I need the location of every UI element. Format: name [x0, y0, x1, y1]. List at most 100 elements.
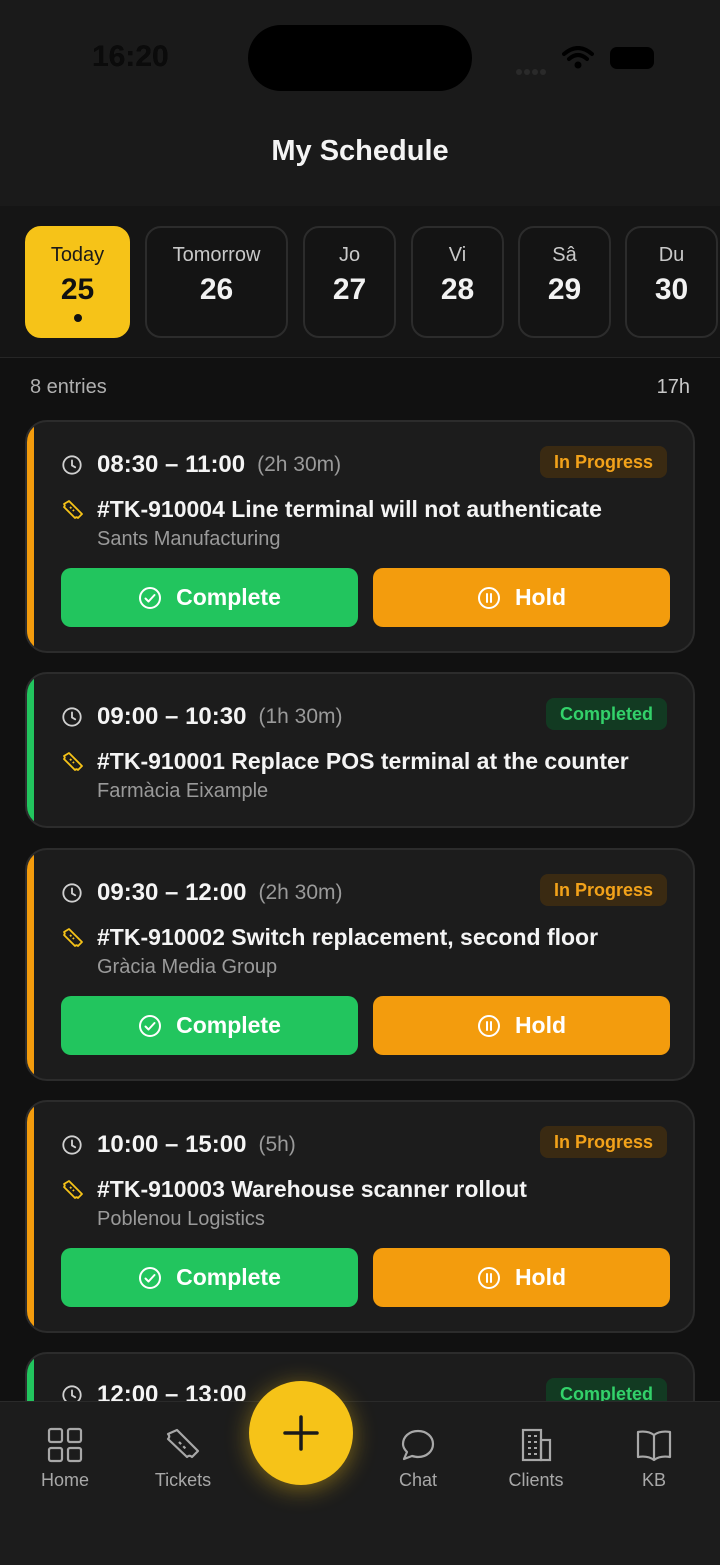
status-stripe: [27, 422, 34, 651]
ticket-icon: [166, 1428, 200, 1459]
status-badge: In Progress: [539, 874, 667, 906]
clock-icon: [62, 707, 82, 727]
status-badge: Completed: [545, 698, 667, 730]
day-name: Vi: [448, 244, 467, 266]
status-stripe: [27, 674, 34, 826]
hold-button[interactable]: Hold: [373, 568, 670, 627]
schedule-entry[interactable]: 10:00 – 15:00 (5h) In Progress #TK-91000…: [25, 1100, 695, 1333]
tab-label: Tickets: [154, 1470, 212, 1490]
chat-bubble-icon: [401, 1429, 435, 1461]
header: My Schedule: [0, 110, 720, 206]
tab-label: Home: [40, 1470, 89, 1490]
client-name: Farmàcia Eixample: [97, 780, 269, 802]
hold-button[interactable]: Hold: [373, 1248, 670, 1307]
complete-button[interactable]: Complete: [61, 1248, 358, 1307]
complete-button[interactable]: Complete: [61, 996, 358, 1055]
battery-icon: [610, 47, 654, 69]
entry-time: 09:00 – 10:30: [97, 703, 247, 730]
status-stripe: [27, 1102, 34, 1331]
total-hours: 17h: [656, 376, 690, 398]
check-circle-icon: [139, 1266, 162, 1289]
day-number: 26: [199, 273, 234, 306]
day-name: Jo: [338, 244, 361, 266]
complete-label: Complete: [176, 1264, 281, 1290]
tab-bar: Home Tickets Chat Clients KB: [0, 1401, 720, 1565]
complete-label: Complete: [176, 584, 281, 610]
status-time: 16:20: [92, 40, 169, 73]
schedule-entry[interactable]: 09:30 – 12:00 (2h 30m) In Progress #TK-9…: [25, 848, 695, 1081]
entries-count: 8 entries: [30, 376, 107, 398]
tab-label: Clients: [508, 1470, 564, 1490]
dynamic-island: [248, 25, 472, 91]
entry-time: 09:30 – 12:00: [97, 879, 247, 906]
day-number: 27: [332, 273, 367, 306]
entry-time: 10:00 – 15:00: [97, 1131, 247, 1158]
ticket-icon: [63, 752, 83, 771]
entry-time: 08:30 – 11:00: [97, 451, 246, 478]
book-icon: [636, 1430, 672, 1462]
day-number: 25: [60, 273, 95, 306]
day-27[interactable]: Jo 27: [303, 226, 396, 338]
day-today[interactable]: Today 25: [25, 226, 130, 338]
day-30[interactable]: Du 30: [625, 226, 718, 338]
day-number: 30: [654, 273, 689, 306]
signal-icon: [516, 62, 554, 75]
tab-kb[interactable]: KB: [599, 1426, 709, 1491]
tab-clients[interactable]: Clients: [481, 1426, 591, 1491]
today-dot: [73, 314, 82, 322]
pause-circle-icon: [477, 586, 500, 609]
hold-button[interactable]: Hold: [373, 996, 670, 1055]
pause-circle-icon: [477, 1014, 500, 1037]
ticket-title[interactable]: #TK-910003 Warehouse scanner rollout: [97, 1176, 527, 1203]
hold-label: Hold: [514, 584, 567, 610]
tab-chat[interactable]: Chat: [363, 1426, 473, 1491]
day-number: 29: [547, 273, 582, 306]
entry-duration: (2h 30m): [258, 881, 343, 904]
building-icon: [521, 1428, 552, 1462]
check-circle-icon: [139, 1014, 162, 1037]
date-strip: Today 25 Tomorrow 26 Jo 27 Vi 28 Sâ 29 D…: [0, 206, 720, 358]
add-entry-button[interactable]: [249, 1381, 353, 1485]
clock-icon: [62, 1135, 82, 1155]
page-title: My Schedule: [271, 135, 449, 167]
ticket-title[interactable]: #TK-910002 Switch replacement, second fl…: [97, 924, 598, 951]
client-name: Poblenou Logistics: [97, 1208, 265, 1230]
tab-label: Chat: [398, 1470, 438, 1490]
tab-home[interactable]: Home: [10, 1426, 120, 1491]
hold-label: Hold: [514, 1264, 567, 1290]
tab-tickets[interactable]: Tickets: [128, 1426, 238, 1491]
entry-duration: (2h 30m): [257, 453, 342, 476]
ticket-icon: [63, 500, 83, 519]
status-badge: In Progress: [539, 1126, 667, 1158]
tab-label: KB: [641, 1470, 666, 1490]
ticket-title[interactable]: #TK-910004 Line terminal will not authen…: [97, 496, 602, 523]
wifi-icon: [562, 46, 594, 69]
day-name: Tomorrow: [172, 244, 261, 266]
day-name: Sâ: [552, 244, 577, 266]
clock-icon: [62, 883, 82, 903]
hold-label: Hold: [514, 1012, 567, 1038]
ticket-title[interactable]: #TK-910001 Replace POS terminal at the c…: [97, 748, 629, 775]
client-name: Sants Manufacturing: [97, 528, 281, 550]
status-stripe: [27, 850, 34, 1079]
pause-circle-icon: [477, 1266, 500, 1289]
check-circle-icon: [139, 586, 162, 609]
day-29[interactable]: Sâ 29: [518, 226, 611, 338]
complete-button[interactable]: Complete: [61, 568, 358, 627]
grid-icon: [47, 1427, 83, 1463]
client-name: Gràcia Media Group: [97, 956, 278, 978]
clock-icon: [62, 455, 82, 475]
status-bar: 16:20: [0, 0, 720, 110]
plus-icon: [283, 1415, 319, 1451]
status-badge: In Progress: [539, 446, 667, 478]
schedule-entry[interactable]: 09:00 – 10:30 (1h 30m) Completed #TK-910…: [25, 672, 695, 828]
ticket-icon: [63, 928, 83, 947]
entry-duration: (1h 30m): [258, 705, 343, 728]
complete-label: Complete: [176, 1012, 281, 1038]
day-number: 28: [440, 273, 475, 306]
day-name: Du: [658, 244, 685, 266]
day-tomorrow[interactable]: Tomorrow 26: [145, 226, 288, 338]
entry-duration: (5h): [258, 1133, 296, 1156]
schedule-entry[interactable]: 08:30 – 11:00 (2h 30m) In Progress #TK-9…: [25, 420, 695, 653]
day-28[interactable]: Vi 28: [411, 226, 504, 338]
